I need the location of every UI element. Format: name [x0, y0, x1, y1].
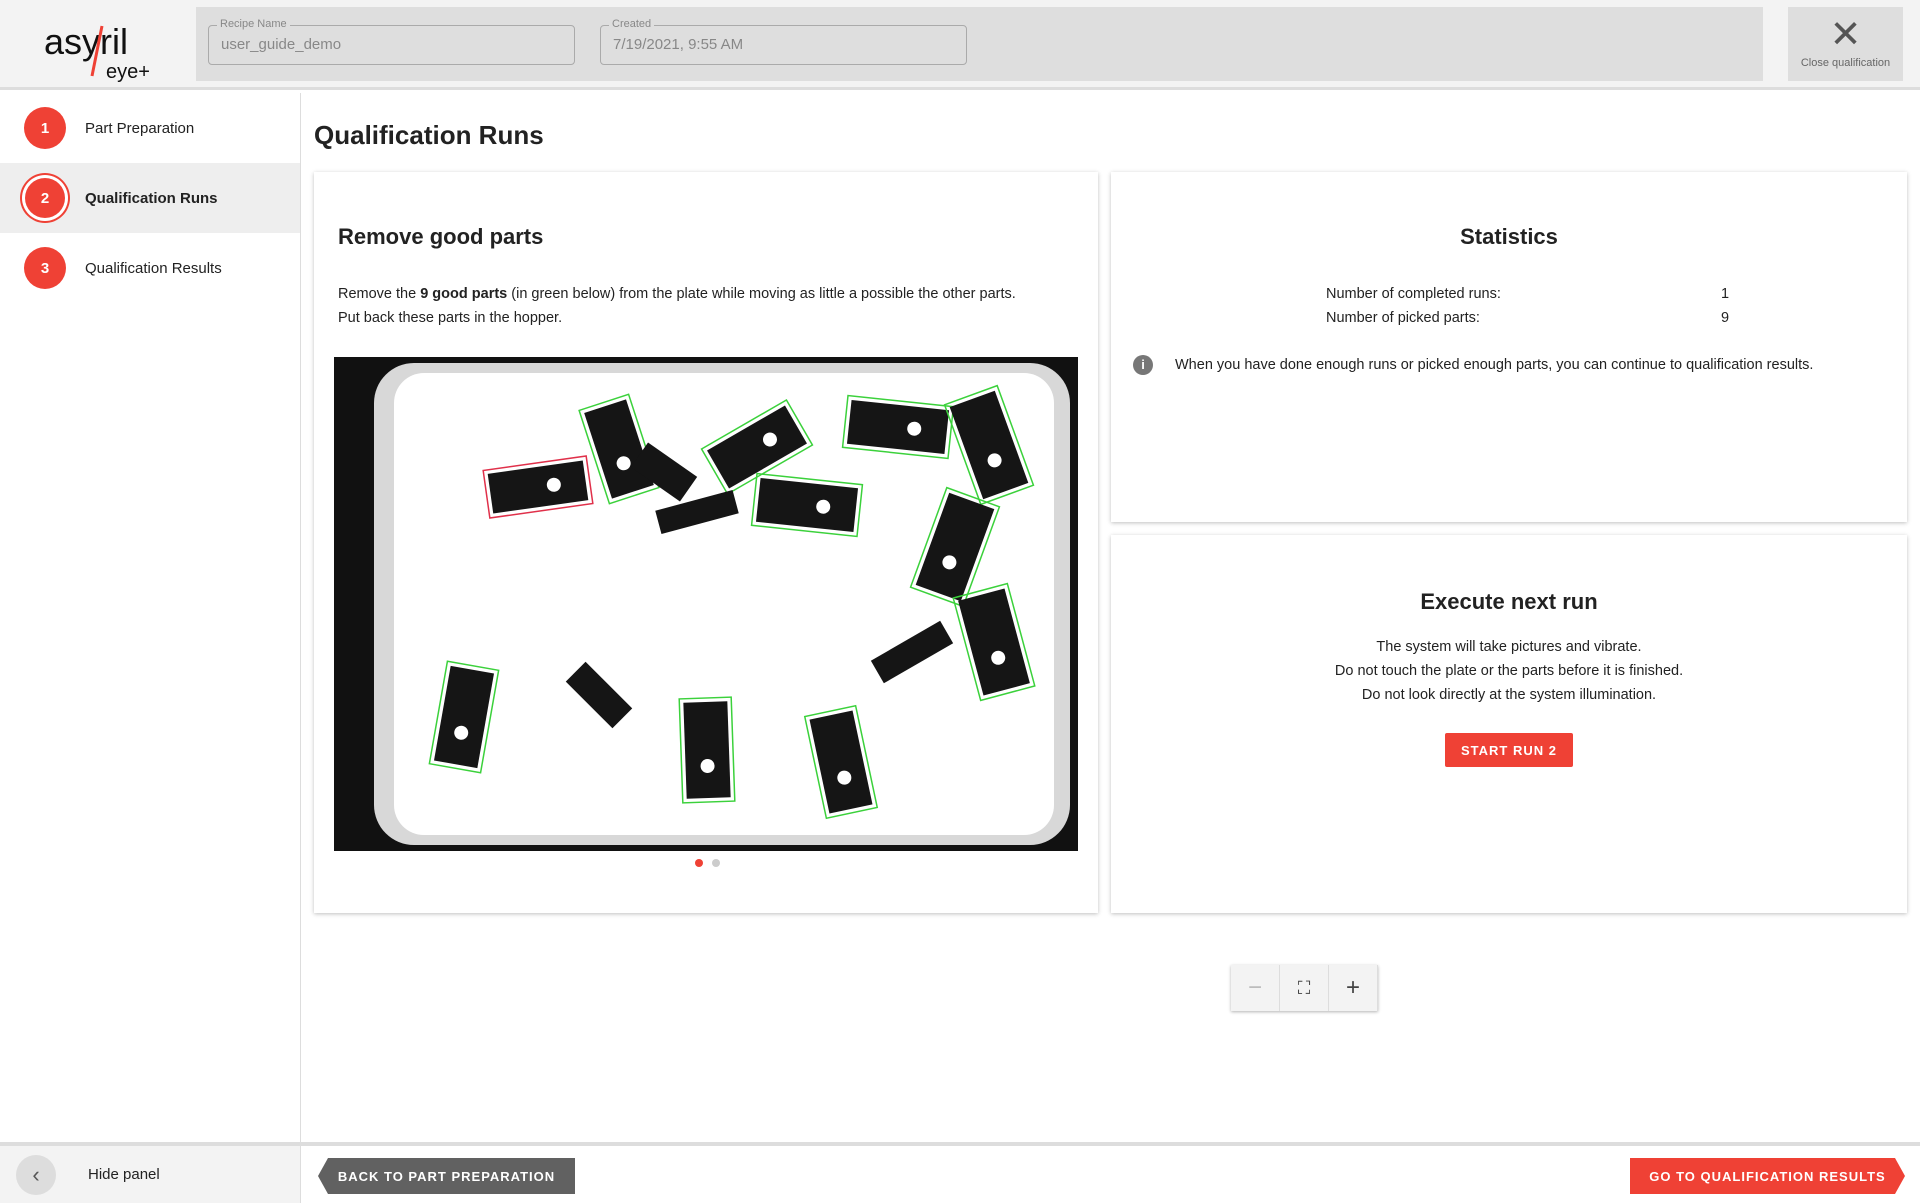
plate-part — [750, 472, 864, 538]
stat-row: Number of picked parts: 9 — [1326, 306, 1846, 330]
execute-next-run-card: Execute next run The system will take pi… — [1111, 535, 1907, 913]
hide-panel-label: Hide panel — [88, 1166, 160, 1183]
statistics-table: Number of completed runs: 1 Number of pic… — [1326, 282, 1846, 330]
step-qualification-runs[interactable]: 2 Qualification Runs — [0, 163, 300, 233]
remove-good-parts-card: Remove good parts Remove the 9 good part… — [314, 172, 1378, 1011]
step-label: Qualification Results — [85, 259, 222, 277]
carousel-dots — [695, 859, 720, 867]
fit-screen-icon: ⛶ — [1297, 977, 1311, 998]
page-title: Qualification Runs — [314, 120, 544, 150]
stat-value: 9 — [1721, 310, 1730, 326]
card-title: Remove good parts — [338, 224, 544, 249]
svg-text:eye+: eye+ — [106, 61, 150, 82]
plate-camera-image[interactable] — [334, 357, 1078, 851]
recipe-name-label: Recipe Name — [217, 18, 290, 30]
execute-instructions: The system will take pictures and vibrat… — [1111, 635, 1907, 707]
hide-panel-button[interactable]: ‹ Hide panel — [0, 1146, 301, 1203]
step-part-preparation[interactable]: 1 Part Preparation — [0, 93, 300, 163]
step-number: 3 — [24, 247, 66, 289]
svg-text:asyril: asyril — [44, 21, 128, 62]
stat-label: Number of completed runs: — [1326, 286, 1501, 302]
instruction-line: Do not look directly at the system illum… — [1361, 687, 1657, 703]
asyril-eye-logo: asyril eye+ — [44, 21, 150, 82]
carousel-dot-1[interactable] — [695, 859, 703, 867]
zoom-out-button[interactable]: − — [1231, 965, 1280, 1011]
sidebar: 1 Part Preparation 2 Qualification Runs 3 Q… — [0, 93, 301, 1142]
stat-label: Number of picked parts: — [1326, 310, 1480, 326]
carousel-dot-2[interactable] — [712, 859, 720, 867]
card-title: Statistics — [1460, 224, 1558, 249]
created-value: 7/19/2021, 9:55 AM — [613, 36, 744, 53]
go-to-qualification-results-button[interactable]: GO TO QUALIFICATION RESULTS — [1630, 1158, 1905, 1194]
plate-part — [841, 394, 955, 460]
step-number: 1 — [24, 107, 66, 149]
info-message: i When you have done enough runs or pick… — [1133, 353, 1813, 377]
start-run-button[interactable]: START RUN 2 — [1445, 733, 1573, 767]
step-qualification-results[interactable]: 3 Qualification Results — [0, 233, 300, 303]
close-icon: ✕ — [1829, 14, 1862, 56]
step-label: Qualification Runs — [85, 189, 218, 207]
plate-part — [678, 696, 736, 804]
close-qualification-button[interactable]: ✕ Close qualification — [1788, 7, 1903, 81]
chevron-left-icon: ‹ — [16, 1154, 56, 1195]
instruction-text: Remove the — [338, 286, 421, 302]
recipe-name-value: user_guide_demo — [221, 36, 342, 53]
stat-row: Number of completed runs: 1 — [1326, 282, 1846, 306]
good-parts-count: 9 good parts — [420, 286, 508, 302]
part-body — [683, 701, 731, 799]
created-label: Created — [609, 18, 655, 30]
zoom-fit-button[interactable]: ⛶ — [1280, 965, 1329, 1011]
instruction-line: The system will take pictures and vibrat… — [1376, 639, 1642, 655]
instruction-text: Put back these parts in the hopper. — [338, 310, 563, 326]
stat-value: 1 — [1721, 286, 1730, 302]
statistics-card: Statistics Number of completed runs: 1 Nu… — [1111, 172, 1907, 522]
step-label: Part Preparation — [85, 119, 195, 137]
created-field[interactable]: Created 7/19/2021, 9:55 AM — [600, 18, 967, 65]
info-icon: i — [1133, 355, 1153, 375]
header: asyril eye+ Recipe Name user_guide_demo … — [0, 0, 1920, 90]
step-number: 2 — [25, 178, 65, 218]
remove-instructions: Remove the 9 good parts (in green below)… — [338, 282, 1016, 330]
zoom-in-button[interactable]: + — [1329, 965, 1378, 1011]
footer: ‹ Hide panel BACK TO PART PREPARATION GO… — [0, 1142, 1920, 1203]
recipe-name-field[interactable]: Recipe Name user_guide_demo — [208, 18, 575, 65]
instruction-line: Do not touch the plate or the parts befo… — [1334, 663, 1684, 679]
recipe-info-bar: Recipe Name user_guide_demo Created 7/19… — [196, 7, 1763, 81]
info-text: When you have done enough runs or picked… — [1175, 357, 1814, 373]
back-to-part-preparation-button[interactable]: BACK TO PART PREPARATION — [318, 1158, 575, 1194]
image-zoom-controls: − ⛶ + — [1231, 965, 1378, 1011]
card-title: Execute next run — [1420, 589, 1598, 614]
instruction-text: (in green below) from the plate while mo… — [507, 286, 1016, 302]
close-qualification-label: Close qualification — [1800, 57, 1891, 69]
